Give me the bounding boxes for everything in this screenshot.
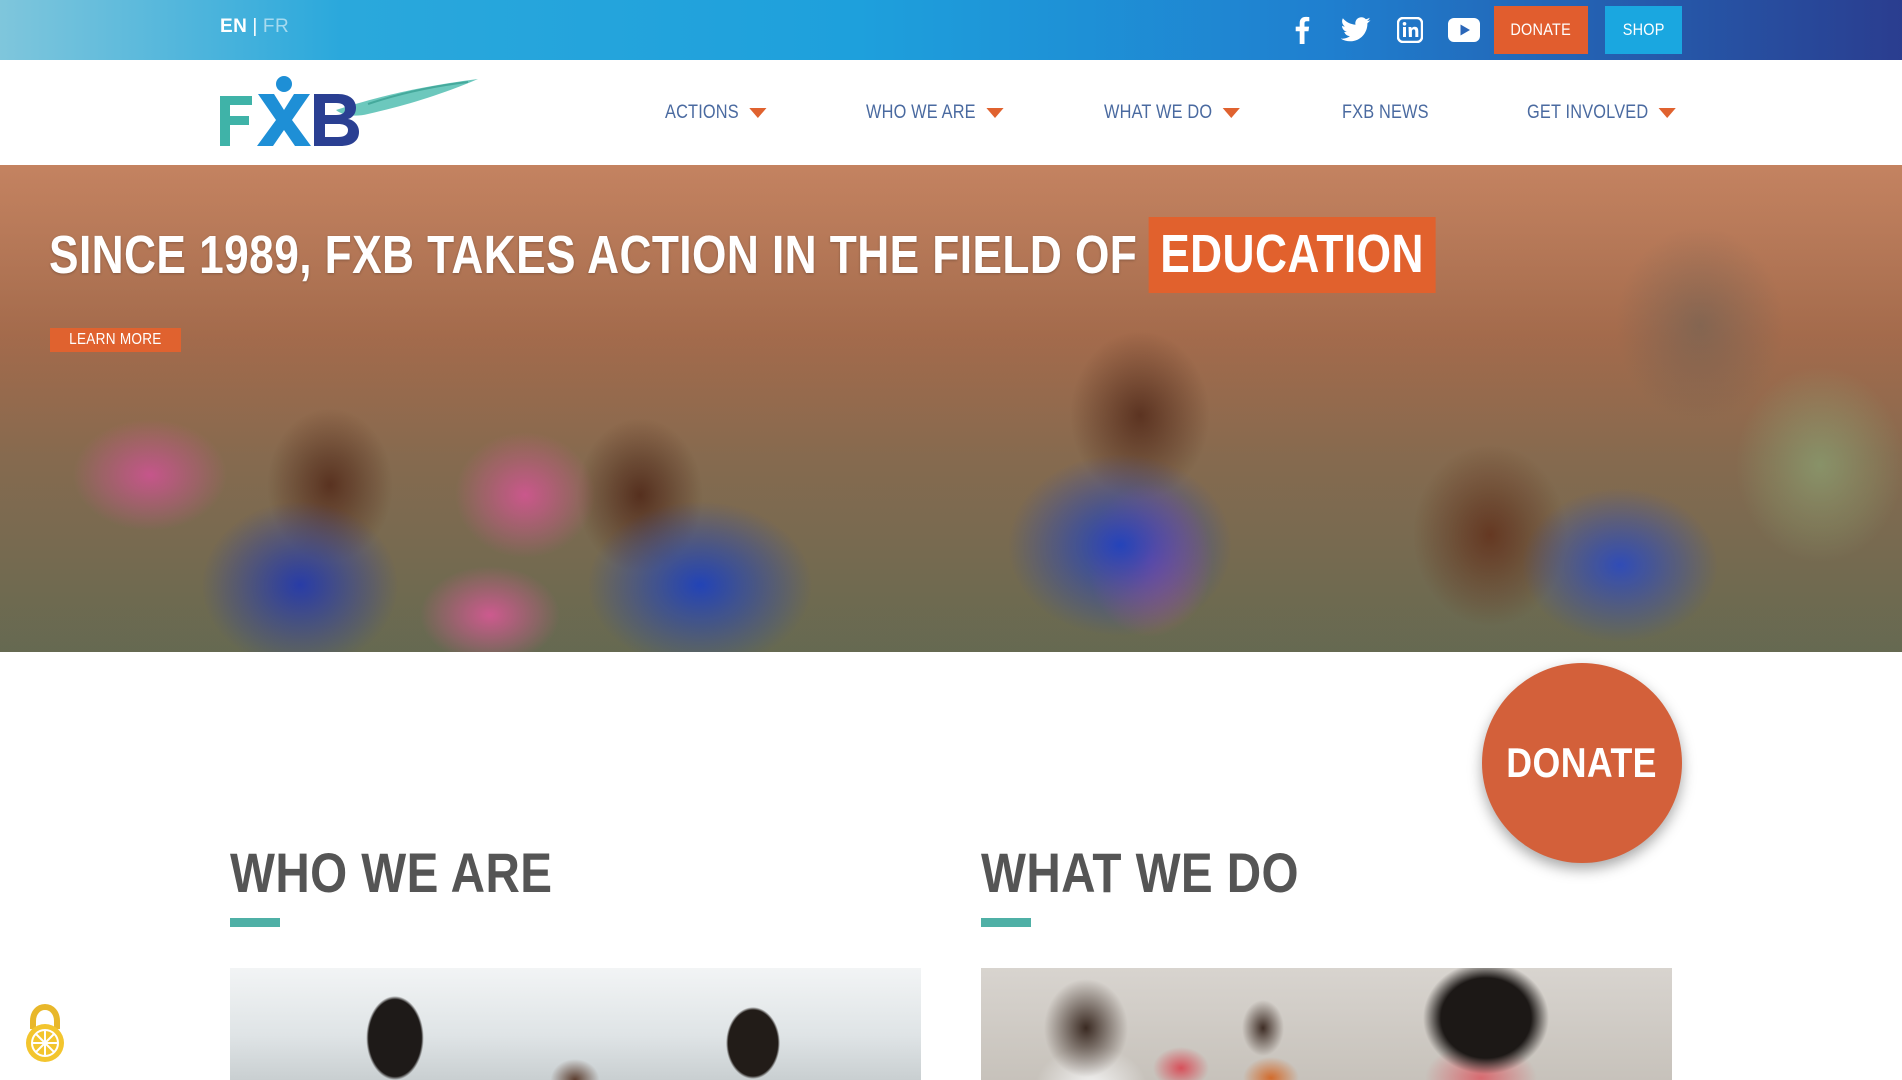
learn-more-button[interactable]: LEARN MORE [50,328,181,352]
nav-item-label: GET INVOLVED [1527,102,1649,123]
main-header: ACTIONS WHO WE ARE WHAT WE DO FXB NEWS G… [0,60,1902,165]
nav-item-label: ACTIONS [665,102,739,123]
twitter-icon[interactable] [1339,14,1373,46]
nav-item-label: FXB NEWS [1342,102,1429,123]
language-switcher: EN | FR [220,16,289,38]
main-nav: ACTIONS WHO WE ARE WHAT WE DO FXB NEWS G… [0,102,1902,132]
shop-button[interactable]: SHOP [1605,6,1682,54]
donate-circle-label: DONATE [1506,739,1658,786]
lang-en-link[interactable]: EN [220,16,247,37]
hero-title: SINCE 1989, FXB TAKES ACTION IN THE FIEL… [49,217,1436,293]
what-we-do-heading: WHAT WE DO [981,841,1300,904]
nav-item-label: WHAT WE DO [1104,102,1213,123]
nav-item-what-we-do[interactable]: WHAT WE DO [1104,102,1240,124]
what-we-do-underline [981,918,1031,927]
donate-button-label: DONATE [1510,20,1572,39]
social-links [1285,14,1481,46]
nav-item-fxb-news[interactable]: FXB NEWS [1342,102,1429,124]
facebook-icon[interactable] [1285,14,1319,46]
who-we-are-underline [230,918,280,927]
learn-more-label: LEARN MORE [69,331,162,348]
hero-title-highlight: EDUCATION [1148,217,1436,293]
top-bar: EN | FR DONATE SHOP [0,0,1902,60]
donate-circle-button[interactable]: DONATE [1482,663,1682,863]
hero-banner: SINCE 1989, FXB TAKES ACTION IN THE FIEL… [0,165,1902,652]
linkedin-icon[interactable] [1393,14,1427,46]
cookie-lock-icon[interactable] [22,1003,68,1063]
nav-item-label: WHO WE ARE [866,102,976,123]
lang-separator: | [252,16,258,37]
who-we-are-heading: WHO WE ARE [230,841,553,904]
nav-item-get-involved[interactable]: GET INVOLVED [1527,102,1676,124]
youtube-icon[interactable] [1447,14,1481,46]
nav-item-who-we-are[interactable]: WHO WE ARE [866,102,1004,124]
shop-button-label: SHOP [1622,20,1665,39]
chevron-down-icon [986,108,1004,118]
chevron-down-icon [1222,108,1240,118]
chevron-down-icon [1658,108,1676,118]
chevron-down-icon [749,108,767,118]
lang-fr-link[interactable]: FR [263,16,289,37]
nav-item-actions[interactable]: ACTIONS [665,102,767,124]
donate-button[interactable]: DONATE [1494,6,1588,54]
hero-title-text: SINCE 1989, FXB TAKES ACTION IN THE FIEL… [49,225,1138,285]
who-we-are-photo[interactable] [230,968,921,1080]
what-we-do-photo[interactable] [981,968,1672,1080]
